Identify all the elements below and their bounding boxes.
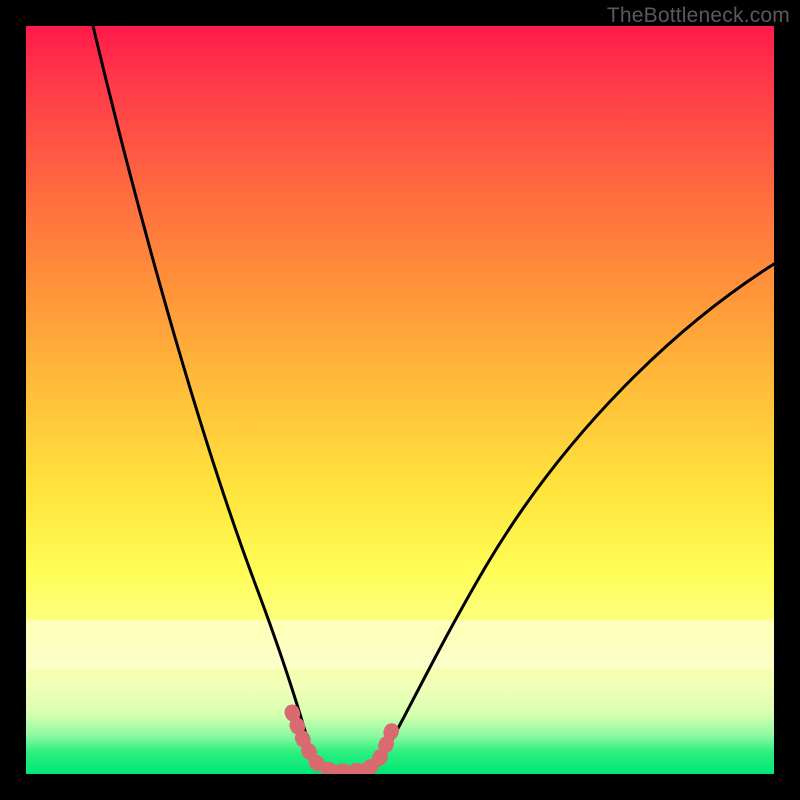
chart-svg — [26, 26, 774, 774]
watermark-text: TheBottleneck.com — [607, 4, 790, 28]
left-curve — [93, 26, 315, 765]
right-curve — [378, 264, 774, 765]
bottom-highlight-curve — [292, 712, 394, 771]
